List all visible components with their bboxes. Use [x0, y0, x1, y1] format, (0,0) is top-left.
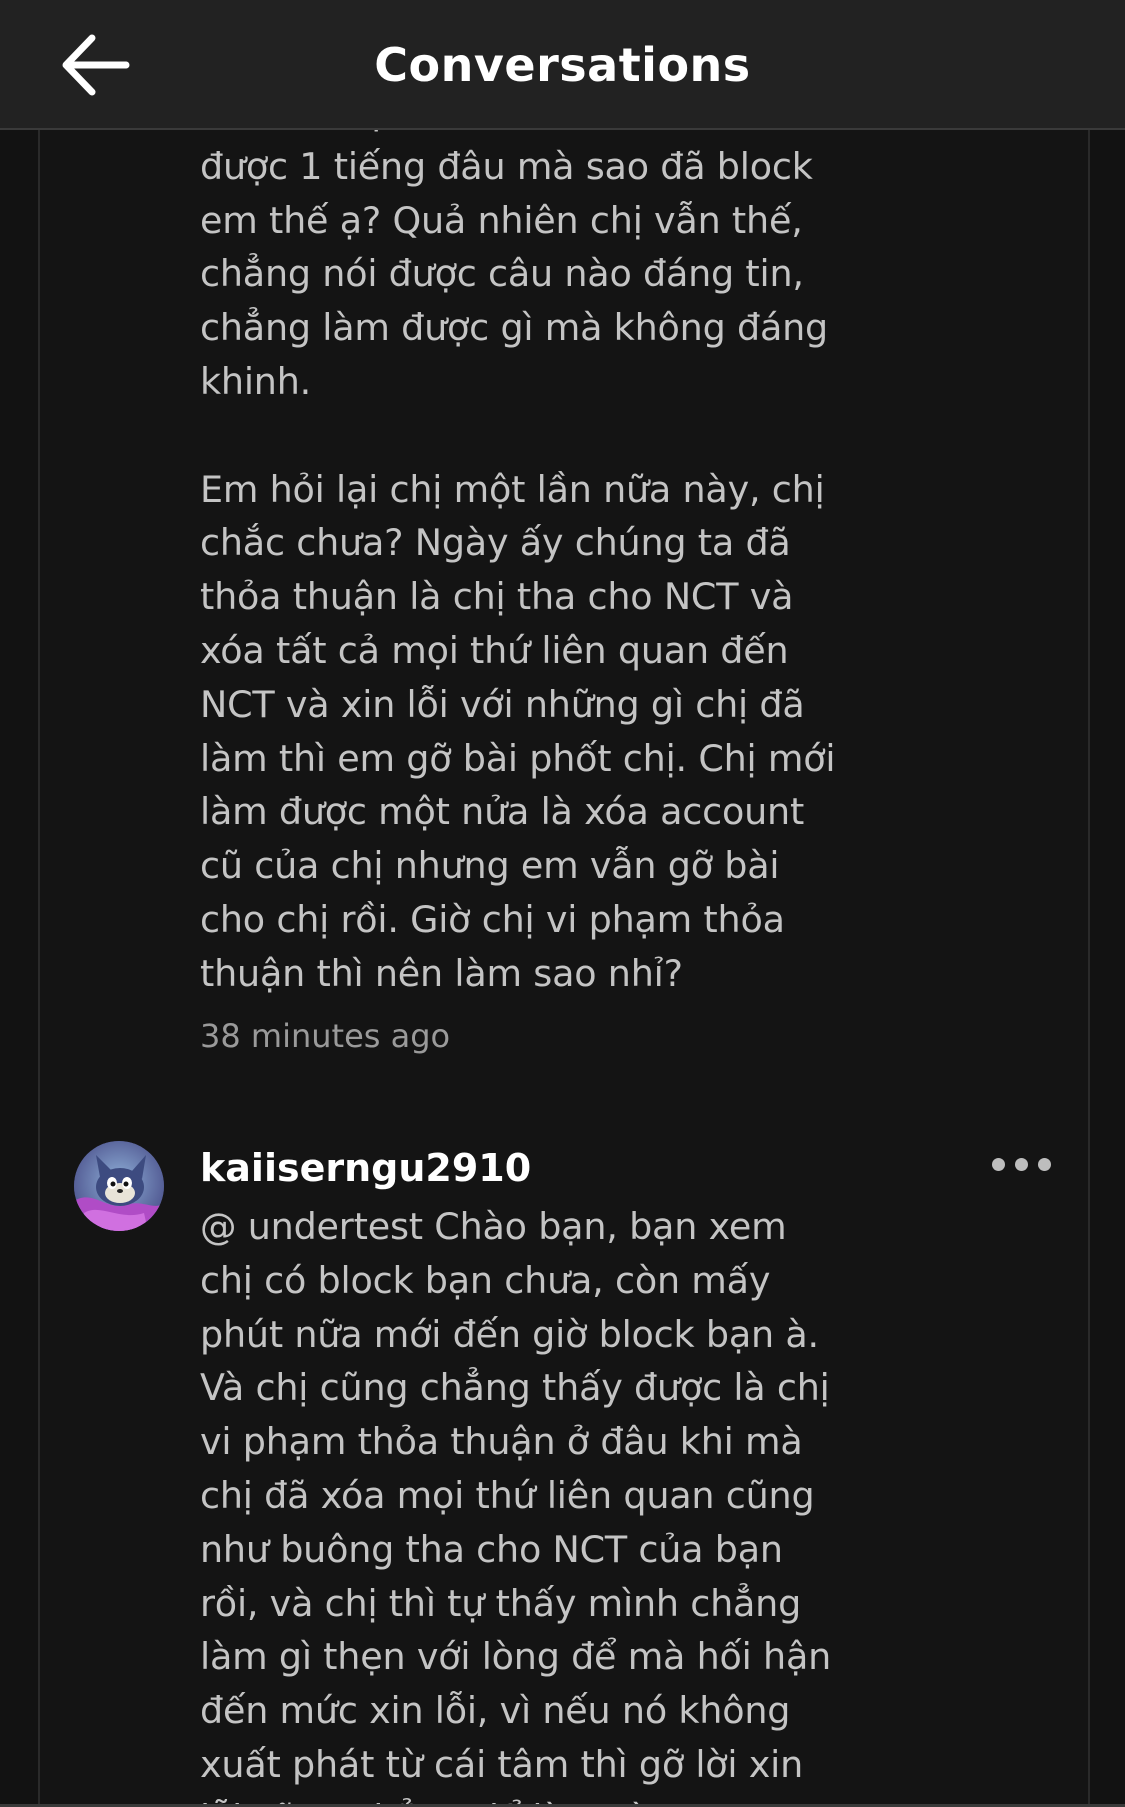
conversation-thread[interactable]: ới bình luận trên bài… được 1 tiếng đâu … — [38, 130, 1090, 1807]
message-body: @ undertest Chào bạn, bạn xem chị có blo… — [200, 1205, 832, 1807]
more-options-icon — [992, 1158, 1005, 1171]
more-options-icon — [1015, 1158, 1028, 1171]
more-options-icon — [1038, 1158, 1051, 1171]
message-body: ới bình luận trên bài… được 1 tiếng đâu … — [200, 130, 836, 995]
comment-username[interactable]: kaiiserngu2910 — [200, 1146, 531, 1190]
more-options-button[interactable] — [992, 1148, 1056, 1180]
avatar[interactable] — [74, 1141, 164, 1231]
cartoon-cat-avatar — [74, 1141, 164, 1231]
page-title: Conversations — [374, 38, 751, 92]
message-timestamp: 38 minutes ago — [200, 1017, 451, 1055]
top-app-bar: Conversations — [0, 0, 1125, 130]
